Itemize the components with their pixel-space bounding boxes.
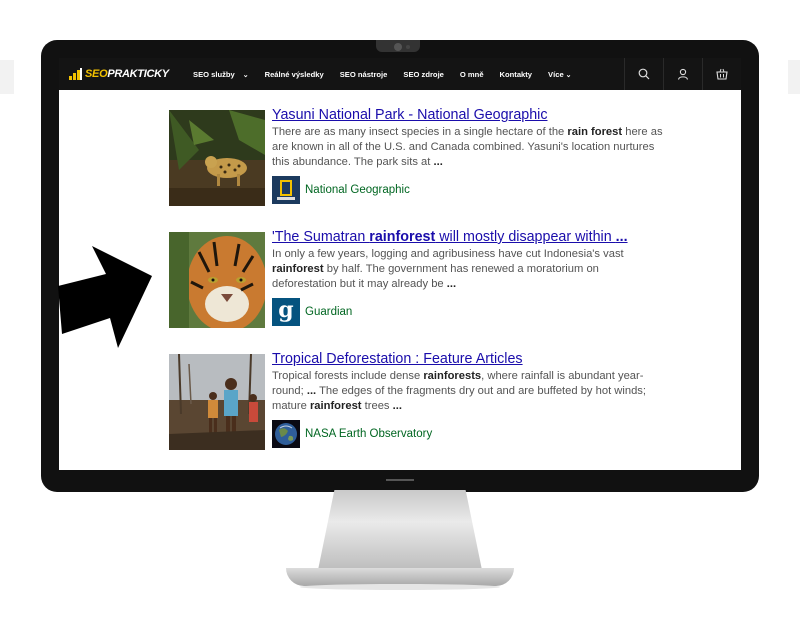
result-source-name: Guardian [305, 306, 353, 318]
result-info: Tropical Deforestation : Feature Article… [272, 350, 664, 414]
result-source-name: National Geographic [305, 184, 410, 196]
result-snippet: Tropical forests include dense rainfores… [272, 369, 664, 414]
monitor-screen: SEOPRAKTICKY SEO služby ⌄ Reálné výsledky… [59, 58, 741, 470]
bold-text: ... [306, 385, 317, 397]
search-result: Tropical Deforestation : Feature Article… [169, 351, 659, 450]
nasa-earth-icon [272, 420, 300, 448]
result-snippet: In only a few years, logging and agribus… [272, 247, 664, 292]
bold-text: rainforest [272, 263, 324, 275]
text-fragment: 'The Sumatran [272, 229, 370, 245]
bold-text: rainforest [369, 229, 436, 245]
monitor-chin [41, 470, 759, 492]
result-info: Yasuni National Park - National Geograph… [272, 106, 664, 170]
menu-item[interactable]: Reálné výsledky [265, 70, 324, 79]
background-strip-left [0, 60, 14, 94]
webcam-light-icon [406, 45, 410, 49]
text-fragment: There are as many insect species in a si… [272, 126, 568, 138]
text-fragment: In only a few years, logging and agribus… [272, 248, 624, 260]
logo-text-rest: PRAKTICKY [107, 68, 169, 80]
menu-item[interactable]: Kontakty [500, 70, 533, 79]
result-source[interactable]: g Guardian [272, 298, 352, 326]
chevron-down-icon: ⌄ [240, 71, 249, 79]
text-fragment: will mostly disappear within [435, 229, 616, 245]
national-geographic-icon [272, 176, 300, 204]
search-result: Yasuni National Park - National Geograph… [169, 107, 663, 206]
pointer-arrow-icon [58, 246, 158, 357]
monitor-power-indicator [386, 479, 414, 481]
logo-text: SEOPRAKTICKY [85, 68, 169, 80]
webcam-icon [394, 43, 402, 51]
basket-icon[interactable] [702, 58, 741, 90]
menu-item[interactable]: SEO zdroje [403, 70, 444, 79]
search-icon[interactable] [624, 58, 663, 90]
bold-text: rainforest [309, 400, 362, 412]
nav-icon-group [624, 58, 741, 90]
result-source-name: NASA Earth Observatory [305, 428, 433, 440]
site-logo[interactable]: SEOPRAKTICKY [69, 68, 181, 80]
chevron-down-icon: ⌄ [563, 71, 572, 79]
bold-text: ... [433, 156, 443, 168]
tiger-thumbnail[interactable] [169, 232, 265, 328]
user-icon[interactable] [663, 58, 702, 90]
guardian-icon-letter: g [278, 297, 294, 323]
main-menu: SEO služby ⌄ Reálné výsledky SEO nástroje S… [193, 70, 587, 79]
menu-item[interactable]: SEO nástroje [340, 70, 388, 79]
result-title-link[interactable]: Yasuni National Park - National Geograph… [272, 106, 664, 124]
guardian-icon: g [272, 298, 300, 326]
menu-item[interactable]: O mně [460, 70, 484, 79]
result-source[interactable]: NASA Earth Observatory [272, 420, 432, 448]
site-navbar: SEOPRAKTICKY SEO služby ⌄ Reálné výsledky… [59, 58, 741, 90]
text-fragment: Tropical forests include dense [272, 370, 424, 382]
menu-item[interactable]: Více ⌄ [548, 70, 571, 79]
bold-text: ... [615, 229, 628, 245]
search-result: 'The Sumatran rainforest will mostly dis… [169, 229, 659, 328]
deforestation-thumbnail[interactable] [169, 354, 265, 450]
logo-text-accent: SEO [85, 68, 108, 80]
result-info: 'The Sumatran rainforest will mostly dis… [272, 228, 664, 292]
result-title-link[interactable]: Tropical Deforestation : Feature Article… [272, 350, 664, 368]
menu-item[interactable]: SEO služby ⌄ [193, 70, 249, 79]
bold-text: rainforests [423, 370, 482, 382]
bold-text: ... [392, 400, 402, 412]
monitor-stand [318, 490, 482, 570]
result-snippet: There are as many insect species in a si… [272, 125, 664, 170]
bar-chart-logo-icon [69, 68, 83, 80]
jaguar-thumbnail[interactable] [169, 110, 265, 206]
result-source[interactable]: National Geographic [272, 176, 410, 204]
background-strip-right [788, 60, 800, 94]
monitor-shadow [300, 584, 500, 590]
text-fragment: trees [361, 400, 393, 412]
bold-text: rain forest [567, 126, 623, 138]
bold-text: ... [446, 278, 457, 290]
result-title-link[interactable]: 'The Sumatran rainforest will mostly dis… [272, 228, 664, 246]
